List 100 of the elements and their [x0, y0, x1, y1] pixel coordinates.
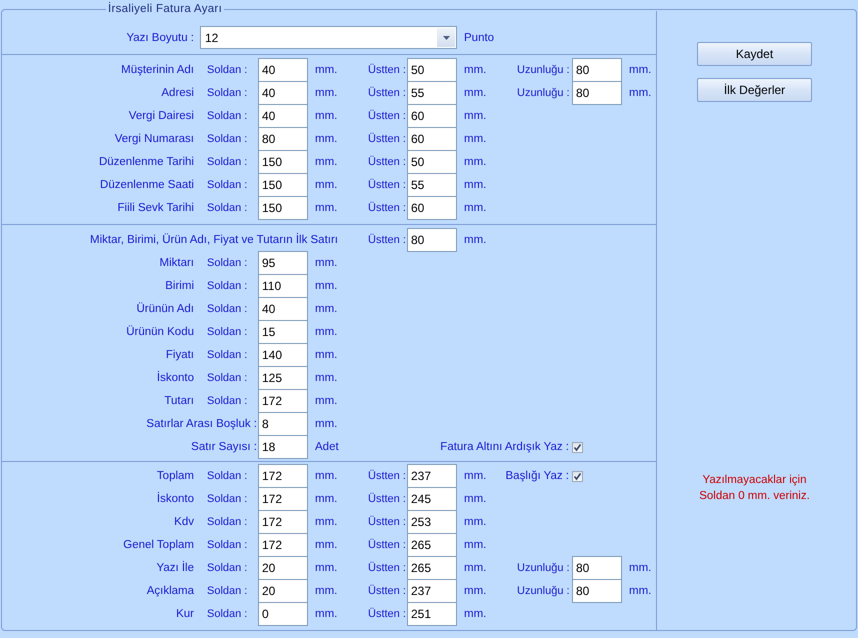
unit-label: mm. — [628, 585, 652, 597]
row-label: Vergi Dairesi — [128, 110, 195, 122]
checkbox[interactable] — [572, 442, 583, 452]
field-label: Soldan : — [206, 257, 248, 269]
group-title: İrsaliyeli Fatura Ayarı — [107, 3, 224, 15]
input-field[interactable]: 20 — [258, 579, 308, 603]
input-field[interactable]: 172 — [258, 464, 308, 488]
row-label: Birimi — [164, 280, 195, 292]
input-field[interactable]: 245 — [407, 487, 457, 511]
input-field[interactable]: 40 — [258, 81, 308, 105]
checkbox[interactable] — [572, 470, 583, 482]
input-field[interactable]: 80 — [572, 556, 622, 580]
input-field[interactable]: 172 — [258, 510, 308, 534]
input-field[interactable]: 172 — [258, 487, 308, 511]
field-label: Uzunluğu : — [516, 562, 571, 574]
input-field[interactable]: 55 — [407, 81, 457, 105]
input-field[interactable]: 172 — [258, 533, 308, 557]
unit-label: mm. — [314, 87, 338, 99]
unit-label: mm. — [314, 585, 338, 597]
field-label: Soldan : — [206, 516, 248, 528]
input-field[interactable]: 237 — [407, 464, 457, 488]
input-field[interactable]: 40 — [258, 104, 308, 128]
hint-text: Yazılmayacaklar için Soldan 0 mm. veriniz. — [698, 473, 811, 504]
row-label: Düzenlenme Saati — [99, 179, 195, 191]
row-label: İskonto — [156, 372, 195, 384]
unit-label: mm. — [463, 202, 488, 214]
row-label: Düzenlenme Tarihi — [98, 156, 195, 168]
action-button[interactable]: İlk Değerler — [697, 78, 812, 102]
input-field[interactable]: 265 — [407, 556, 457, 580]
input-field[interactable]: 95 — [258, 251, 308, 275]
field-label: Üstten : — [367, 110, 407, 122]
field-label: Üstten : — [367, 87, 407, 99]
input-field[interactable]: 172 — [258, 389, 308, 413]
unit-label: mm. — [628, 64, 652, 76]
input-field[interactable]: 140 — [258, 343, 308, 367]
row-label: Fiyatı — [164, 349, 195, 361]
input-field[interactable]: 125 — [258, 366, 308, 390]
unit-label: mm. — [314, 493, 338, 505]
field-label: Üstten : — [367, 516, 407, 528]
input-field[interactable]: 15 — [258, 320, 308, 344]
input-field[interactable]: 237 — [407, 579, 457, 603]
input-field[interactable]: 18 — [258, 435, 308, 459]
input-field[interactable]: 60 — [407, 196, 457, 220]
input-field[interactable]: 60 — [407, 104, 457, 128]
row-label: Açıklama — [146, 585, 195, 597]
row-label: Yazı İle — [156, 562, 195, 574]
field-label: Üstten : — [367, 493, 407, 505]
field-label: Üstten : — [367, 64, 407, 76]
input-field[interactable]: 0 — [258, 602, 308, 626]
input-field[interactable]: 265 — [407, 533, 457, 557]
input-field[interactable]: 150 — [258, 173, 308, 197]
input-field[interactable]: 40 — [258, 58, 308, 82]
input-field[interactable]: 8 — [258, 412, 308, 436]
input-field[interactable]: 40 — [258, 297, 308, 321]
input-field[interactable]: 50 — [407, 58, 457, 82]
field-label: Soldan : — [206, 493, 248, 505]
input-field[interactable]: 55 — [407, 173, 457, 197]
input-field[interactable]: 50 — [407, 150, 457, 174]
unit-label: mm. — [314, 349, 338, 361]
unit-label: mm. — [463, 493, 488, 505]
row-label: Tutarı — [163, 395, 195, 407]
input-field[interactable]: 80 — [572, 58, 622, 82]
unit-label: Adet — [314, 441, 340, 453]
input-field[interactable]: 253 — [407, 510, 457, 534]
field-label: Üstten : — [367, 234, 407, 246]
field-label: Soldan : — [206, 470, 248, 482]
field-label: Soldan : — [206, 64, 248, 76]
unit-label: mm. — [314, 133, 338, 145]
unit-label: mm. — [314, 179, 338, 191]
input-field[interactable]: 251 — [407, 602, 457, 626]
input-field[interactable]: 80 — [407, 228, 457, 252]
field-label: Soldan : — [206, 562, 248, 574]
field-label: Soldan : — [206, 395, 248, 407]
field-label: Üstten : — [367, 608, 407, 620]
unit-label: mm. — [463, 562, 488, 574]
caret-icon[interactable] — [437, 28, 455, 47]
input-field[interactable]: 60 — [407, 127, 457, 151]
action-button[interactable]: Kaydet — [697, 42, 812, 66]
row-label: İskonto — [156, 493, 195, 505]
font-size-dropdown[interactable]: 12 — [200, 26, 457, 49]
row-label: Miktar, Birimi, Ürün Adı, Fiyat ve Tutarın İlk Satırı — [89, 234, 339, 246]
input-field[interactable]: 80 — [258, 127, 308, 151]
input-field[interactable]: 150 — [258, 196, 308, 220]
field-label: Soldan : — [206, 110, 248, 122]
unit-label: mm. — [314, 303, 338, 315]
input-field[interactable]: 80 — [572, 579, 622, 603]
field-label: Üstten : — [367, 539, 407, 551]
unit-label: mm. — [314, 280, 338, 292]
field-label: Soldan : — [206, 539, 248, 551]
input-field[interactable]: 80 — [572, 81, 622, 105]
field-label: Üstten : — [367, 156, 407, 168]
unit-label: mm. — [628, 87, 652, 99]
input-field[interactable]: 150 — [258, 150, 308, 174]
unit-label: mm. — [314, 257, 338, 269]
input-field[interactable]: 20 — [258, 556, 308, 580]
row-label: Ürünün Adı — [135, 303, 195, 315]
field-label: Üstten : — [367, 585, 407, 597]
unit-label: mm. — [314, 110, 338, 122]
input-field[interactable]: 110 — [258, 274, 308, 298]
unit-label: mm. — [463, 539, 488, 551]
